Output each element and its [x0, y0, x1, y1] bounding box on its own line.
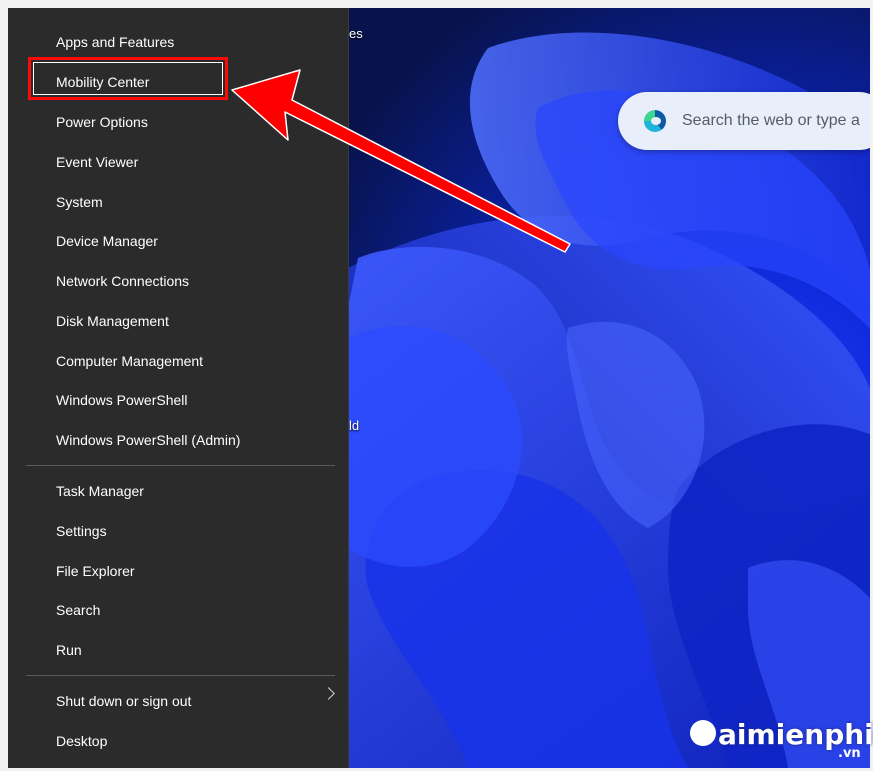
- menu-item-shut-down-or-sign-out[interactable]: Shut down or sign out: [56, 693, 191, 709]
- menu-separator: [26, 675, 335, 676]
- chevron-right-icon: [322, 687, 335, 700]
- menu-item-search[interactable]: Search: [56, 602, 100, 618]
- menu-item-desktop[interactable]: Desktop: [56, 733, 107, 749]
- menu-item-windows-powershell[interactable]: Windows PowerShell: [56, 392, 188, 408]
- highlight-box: [28, 57, 228, 100]
- screenshot-frame: es ld Search the web or type a Apps and …: [0, 0, 873, 771]
- menu-item-device-manager[interactable]: Device Manager: [56, 233, 158, 249]
- menu-item-computer-management[interactable]: Computer Management: [56, 353, 203, 369]
- menu-item-windows-powershell-admin[interactable]: Windows PowerShell (Admin): [56, 432, 240, 448]
- menu-item-file-explorer[interactable]: File Explorer: [56, 563, 135, 579]
- watermark-logo-icon: [690, 720, 716, 746]
- menu-item-network-connections[interactable]: Network Connections: [56, 273, 189, 289]
- menu-item-disk-management[interactable]: Disk Management: [56, 313, 169, 329]
- search-bar[interactable]: Search the web or type a: [618, 92, 870, 150]
- quick-link-menu: Apps and Features Mobility Center Power …: [8, 8, 349, 768]
- desktop-icon-label[interactable]: ld: [349, 418, 359, 433]
- menu-item-settings[interactable]: Settings: [56, 523, 107, 539]
- menu-item-system[interactable]: System: [56, 194, 103, 210]
- desktop-icon-label[interactable]: es: [349, 26, 363, 41]
- menu-item-power-options[interactable]: Power Options: [56, 114, 148, 130]
- menu-item-run[interactable]: Run: [56, 642, 82, 658]
- edge-icon: [644, 110, 666, 132]
- menu-item-event-viewer[interactable]: Event Viewer: [56, 154, 138, 170]
- menu-item-apps-and-features[interactable]: Apps and Features: [56, 34, 174, 50]
- watermark-suffix: .vn: [838, 746, 861, 761]
- search-placeholder: Search the web or type a: [682, 112, 860, 129]
- menu-item-task-manager[interactable]: Task Manager: [56, 483, 144, 499]
- menu-separator: [26, 465, 335, 466]
